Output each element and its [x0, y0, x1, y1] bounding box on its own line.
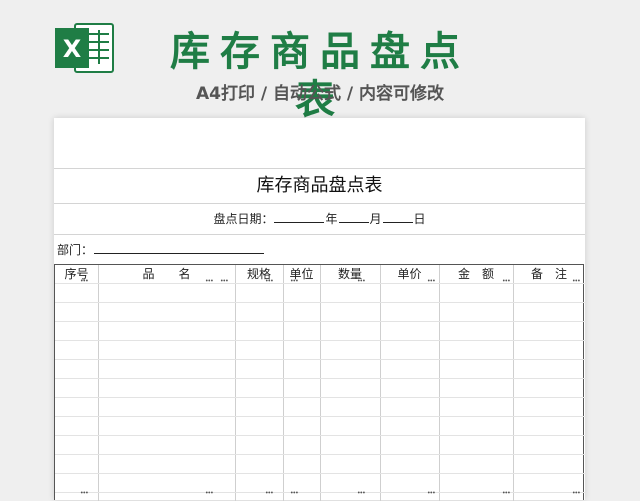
cell-marker: •••	[290, 278, 299, 285]
column-header-unit: 单位	[289, 267, 314, 281]
inventory-table: 序号 品 名 规格 单位 数量 单价 金 额 备 注 ••• ••• ••• •…	[54, 264, 585, 501]
page-subtitle: A4打印 / 自动公式 / 内容可修改	[195, 84, 445, 104]
cell-marker: •••	[290, 490, 299, 497]
spreadsheet-preview: 库存商品盘点表 盘点日期： 年 月 日 部门： 序号 品 名 规格 单位 数量 单价 …	[54, 118, 585, 501]
table-row	[55, 378, 585, 379]
column-divider	[235, 265, 236, 501]
cell-marker: •••	[265, 490, 274, 497]
cell-marker: •••	[427, 490, 436, 497]
table-row	[55, 340, 585, 341]
excel-logo-icon: X	[55, 23, 114, 73]
column-header-name: 品 名	[142, 267, 191, 281]
inventory-date-line: 盘点日期： 年 月 日	[54, 204, 585, 234]
department-line: 部门：	[57, 239, 265, 259]
cell-marker: •••	[80, 490, 89, 497]
cell-marker: •••	[572, 490, 581, 497]
row-divider	[54, 234, 585, 235]
table-row	[55, 435, 585, 436]
table-row	[55, 302, 585, 303]
cell-marker: •••	[427, 278, 436, 285]
table-row	[55, 416, 585, 417]
column-divider	[513, 265, 514, 501]
table-row	[55, 321, 585, 322]
table-row	[55, 473, 585, 474]
logo-letter: X	[63, 35, 82, 63]
table-row	[55, 397, 585, 398]
cell-marker: •••	[265, 278, 274, 285]
column-divider	[320, 265, 321, 501]
year-label: 年	[325, 212, 338, 226]
month-label: 月	[369, 212, 382, 226]
date-blank	[274, 208, 325, 223]
table-row	[55, 454, 585, 455]
cell-marker: •••	[220, 278, 229, 285]
cell-marker: •••	[357, 490, 366, 497]
page-title: 库存商品盘点表	[170, 29, 470, 123]
day-label: 日	[413, 212, 426, 226]
date-label: 盘点日期：	[213, 212, 274, 226]
cell-marker: •••	[502, 490, 511, 497]
department-blank	[94, 239, 265, 254]
sheet-title: 库存商品盘点表	[256, 175, 383, 196]
column-divider	[439, 265, 440, 501]
cell-marker: •••	[205, 490, 214, 497]
date-blank	[338, 208, 369, 223]
cell-marker: •••	[205, 278, 214, 285]
cell-marker: •••	[357, 278, 366, 285]
cell-marker: •••	[572, 278, 581, 285]
column-divider	[380, 265, 381, 501]
department-label: 部门：	[57, 243, 94, 257]
column-header-quantity: 数量	[337, 267, 362, 281]
date-blank	[382, 208, 413, 223]
column-header-index: 序号	[64, 267, 89, 281]
table-row	[55, 359, 585, 360]
cell-marker: •••	[502, 278, 511, 285]
cell-marker: •••	[80, 278, 89, 285]
column-divider	[283, 265, 284, 501]
column-divider	[98, 265, 99, 501]
column-header-spec: 规格	[246, 267, 271, 281]
